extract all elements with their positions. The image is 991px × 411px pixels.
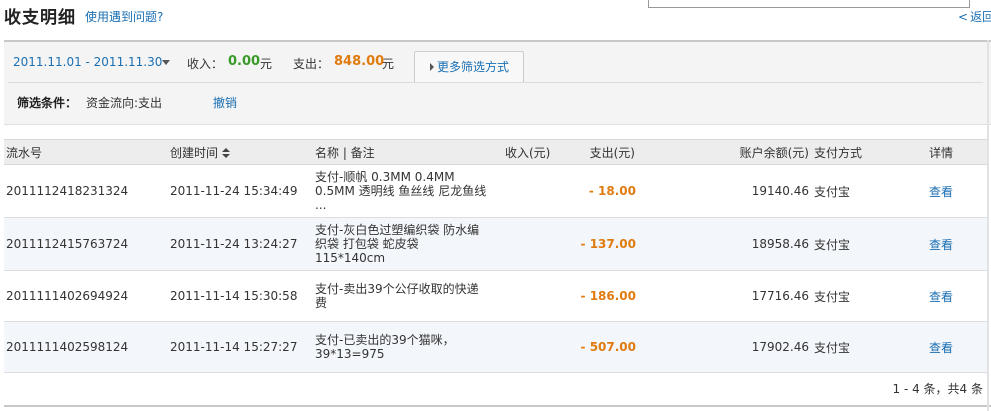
row-income (505, 165, 573, 218)
back-link-label: 返回 (970, 10, 991, 24)
chevron-down-icon[interactable] (162, 60, 170, 65)
sort-icon[interactable] (222, 148, 231, 158)
row-method: 支付宝 (814, 289, 851, 304)
row-balance: 18958.46 (751, 237, 809, 251)
row-expense: - 507.00 (580, 340, 636, 354)
chevron-left-icon: < (958, 10, 969, 24)
row-serial: 2011111402598124 (6, 340, 129, 354)
footer-divider (4, 405, 991, 407)
caret-right-icon (430, 63, 434, 71)
table-row: 2011111402694924 2011-11-14 15:30:58 支付-卖出… (4, 271, 987, 322)
row-name-line: 支付-已卖出的39个猫咪， (315, 333, 455, 347)
col-balance: 账户余额(元) (739, 145, 809, 160)
table-row: 2011111402598124 2011-11-14 15:27:27 支付-已卖… (4, 321, 987, 373)
col-name: 名称 | 备注 (315, 145, 375, 160)
row-name-line: 织袋 打包袋 蛇皮袋 (315, 237, 419, 251)
pagination-summary: 1 - 4 条，共4 条 (892, 382, 984, 396)
row-balance: 19140.46 (751, 184, 809, 198)
row-name-line: 支付-卖出39个公仔收取的快递 (315, 282, 479, 296)
income-unit: 元 (260, 57, 273, 71)
dropdown-popup (648, 0, 970, 8)
back-link[interactable]: < 返回 (958, 8, 991, 25)
income-total: 0.00 (228, 54, 261, 69)
row-income (505, 271, 573, 322)
row-name: 支付-灰白色过塑编织袋 防水编 织袋 打包袋 蛇皮袋 115*140cm (315, 218, 505, 271)
income-label: 收入： (187, 57, 224, 71)
col-serial: 流水号 (6, 145, 43, 160)
expense-total: 848.00 (334, 54, 385, 69)
view-detail-link[interactable]: 查看 (929, 238, 953, 252)
row-income (505, 218, 573, 271)
filter-bar: 2011.11.01 - 2011.11.30 收入： 0.00 元 支出： 8… (4, 42, 991, 125)
row-balance: 17716.46 (751, 289, 809, 303)
row-detail: 查看 (929, 165, 987, 218)
row-time: 2011-11-14 15:30:58 (170, 289, 298, 303)
filter-condition-label: 筛选条件： (17, 96, 78, 110)
col-time-label: 创建时间 (170, 145, 219, 160)
row-time: 2011-11-24 13:24:27 (170, 237, 298, 251)
col-time[interactable]: 创建时间 (170, 140, 315, 165)
row-detail: 查看 (929, 218, 987, 271)
row-method: 支付宝 (814, 340, 851, 355)
row-method: 支付宝 (814, 184, 851, 199)
expense-unit: 元 (382, 57, 395, 71)
row-income (505, 322, 573, 373)
row-detail: 查看 (929, 271, 987, 322)
filter-condition-value: 资金流向:支出 (86, 96, 163, 110)
view-detail-link[interactable]: 查看 (929, 341, 953, 355)
view-detail-link[interactable]: 查看 (929, 185, 953, 199)
table-row: 2011112415763724 2011-11-24 13:24:27 支付-灰白… (4, 217, 987, 271)
table-header-row: 流水号 创建时间 名称 | 备注 收入(元) 支出(元) 账户余额(元) 支付方… (4, 139, 987, 165)
row-name: 支付-卖出39个公仔收取的快递费 (315, 271, 505, 322)
right-border (987, 40, 989, 411)
help-link[interactable]: 使用遇到问题? (85, 8, 163, 25)
row-expense: - 186.00 (580, 289, 636, 303)
table-row: 2011112418231324 2011-11-24 15:34:49 支付-顺帆… (4, 165, 987, 218)
row-name-line: 39*13=975 (315, 347, 385, 361)
row-name-line: 费 (315, 296, 328, 310)
more-filter-button[interactable]: 更多筛选方式 (414, 51, 524, 82)
row-name-line: ... (315, 198, 327, 212)
row-name-line: 0.5MM 透明线 鱼丝线 尼龙鱼线 (315, 184, 487, 198)
row-name: 支付-已卖出的39个猫咪， 39*13=975 (315, 322, 505, 373)
col-expense: 支出(元) (589, 145, 635, 160)
row-serial: 2011112418231324 (6, 184, 129, 198)
row-name-line: 支付-顺帆 0.3MM 0.4MM (315, 170, 455, 184)
transaction-table: 流水号 创建时间 名称 | 备注 收入(元) 支出(元) 账户余额(元) 支付方… (4, 139, 987, 373)
row-time: 2011-11-24 15:34:49 (170, 184, 298, 198)
col-method: 支付方式 (814, 145, 863, 160)
col-detail: 详情 (929, 145, 954, 160)
col-income: 收入(元) (505, 145, 551, 160)
row-time: 2011-11-14 15:27:27 (170, 340, 298, 354)
row-expense: - 18.00 (588, 184, 636, 198)
view-detail-link[interactable]: 查看 (929, 290, 953, 304)
date-range-selector[interactable]: 2011.11.01 - 2011.11.30 (13, 55, 162, 69)
row-detail: 查看 (929, 322, 987, 373)
row-method: 支付宝 (814, 237, 851, 252)
more-filter-label: 更多筛选方式 (437, 60, 510, 74)
row-expense: - 137.00 (580, 237, 636, 251)
row-serial: 2011111402694924 (6, 289, 129, 303)
row-name-line: 115*140cm (315, 251, 386, 265)
row-name-line: 支付-灰白色过塑编织袋 防水编 (315, 223, 480, 237)
row-balance: 17902.46 (751, 340, 809, 354)
filter-divider (8, 82, 983, 83)
revoke-filter-link[interactable]: 撤销 (213, 94, 237, 111)
page-header: 收支明细 使用遇到问题? < 返回 (0, 0, 991, 40)
expense-label: 支出： (293, 57, 330, 71)
row-serial: 2011112415763724 (6, 237, 129, 251)
page-title: 收支明细 (4, 8, 76, 28)
row-name: 支付-顺帆 0.3MM 0.4MM 0.5MM 透明线 鱼丝线 尼龙鱼线... (315, 165, 505, 218)
